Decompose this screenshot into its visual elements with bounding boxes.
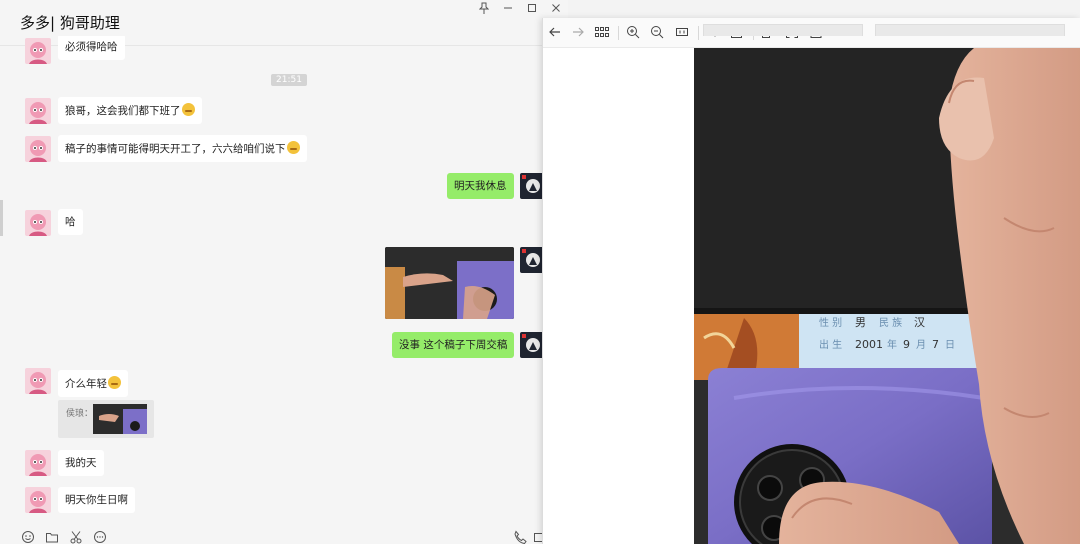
id-month-unit: 月 (916, 339, 926, 351)
chat-bubble-icon[interactable] (93, 530, 107, 544)
image-viewer-window: 性 别 男 民 族 汉 出 生 2001 年 9 月 7 日 (542, 18, 1080, 544)
message-bubble[interactable]: 我的天 (58, 450, 104, 476)
contact-avatar[interactable] (25, 368, 51, 394)
actual-size-icon[interactable] (674, 25, 690, 41)
message-text: 狼哥，这会我们都下班了 (65, 105, 181, 117)
emoji-icon (181, 103, 195, 116)
contact-avatar[interactable] (25, 210, 51, 236)
message-bubble[interactable]: 介么年轻 (58, 370, 128, 397)
folder-icon[interactable] (45, 530, 59, 544)
contact-avatar[interactable] (25, 487, 51, 513)
chat-window: 多多| 狗哥助理 必须得哈哈 21:51 狼哥，这会我们都下班了 稿子的事情可能… (0, 0, 568, 544)
id-gender: 男 (855, 316, 866, 329)
forward-arrow-icon[interactable] (570, 25, 586, 41)
id-day-unit: 日 (945, 340, 955, 351)
message-bubble[interactable]: 明天你生日啊 (58, 487, 135, 513)
emoji-icon[interactable] (21, 530, 35, 544)
contact-avatar[interactable] (25, 136, 51, 162)
contact-avatar[interactable] (25, 38, 51, 64)
message-text: 介么年轻 (65, 378, 107, 390)
id-year-unit: 年 (887, 338, 897, 351)
id-ethnicity: 汉 (914, 316, 925, 329)
emoji-icon (286, 141, 300, 154)
zoom-in-icon[interactable] (625, 25, 641, 41)
background-window-tab (703, 24, 863, 36)
message-bubble[interactable]: 明天我休息 (447, 173, 514, 199)
quote-label: 侯琅： (66, 409, 94, 419)
grid-icon[interactable] (594, 25, 610, 41)
message-bubble[interactable]: 狼哥，这会我们都下班了 (58, 97, 202, 124)
zoom-out-icon[interactable] (649, 25, 665, 41)
image-message[interactable] (385, 247, 514, 319)
message-bubble[interactable]: 没事 这个稿子下周交稿 (392, 332, 515, 358)
viewed-photo[interactable]: 性 别 男 民 族 汉 出 生 2001 年 9 月 7 日 (694, 48, 1080, 544)
back-arrow-icon[interactable] (547, 25, 563, 41)
id-birth-month: 9 (903, 338, 910, 351)
id-label-birth: 出 生 (819, 338, 842, 351)
quote-thumbnail[interactable] (93, 404, 147, 434)
id-birth-day: 7 (932, 338, 939, 351)
id-birth-year: 2001 (855, 338, 883, 351)
contact-avatar[interactable] (25, 98, 51, 124)
toolbar-divider (618, 26, 619, 40)
message-list[interactable]: 必须得哈哈 21:51 狼哥，这会我们都下班了 稿子的事情可能得明天开工了，六六… (0, 36, 545, 522)
chat-toolbar (0, 522, 545, 544)
message-bubble[interactable]: 必须得哈哈 (58, 36, 125, 60)
quote-reference[interactable]: 侯琅： (58, 400, 154, 438)
id-label-ethnicity: 民 族 (879, 316, 902, 329)
phone-icon[interactable] (513, 530, 527, 544)
minimize-icon[interactable] (496, 2, 520, 18)
message-text: 稿子的事情可能得明天开工了，六六给咱们说下 (65, 143, 286, 155)
timestamp: 21:51 (271, 74, 307, 86)
toolbar-divider (698, 26, 699, 40)
message-bubble[interactable]: 稿子的事情可能得明天开工了，六六给咱们说下 (58, 135, 307, 162)
background-window-tab (875, 24, 1065, 36)
emoji-icon (108, 376, 121, 389)
chat-title: 多多| 狗哥助理 (20, 14, 120, 32)
message-bubble[interactable]: 哈 (58, 209, 83, 235)
scissors-icon[interactable] (69, 530, 83, 544)
id-label-gender: 性 别 (819, 316, 842, 329)
pin-icon[interactable] (472, 2, 496, 18)
contact-avatar[interactable] (25, 450, 51, 476)
maximize-icon[interactable] (520, 2, 544, 18)
viewer-toolbar (543, 18, 1080, 48)
close-icon[interactable] (544, 2, 568, 18)
